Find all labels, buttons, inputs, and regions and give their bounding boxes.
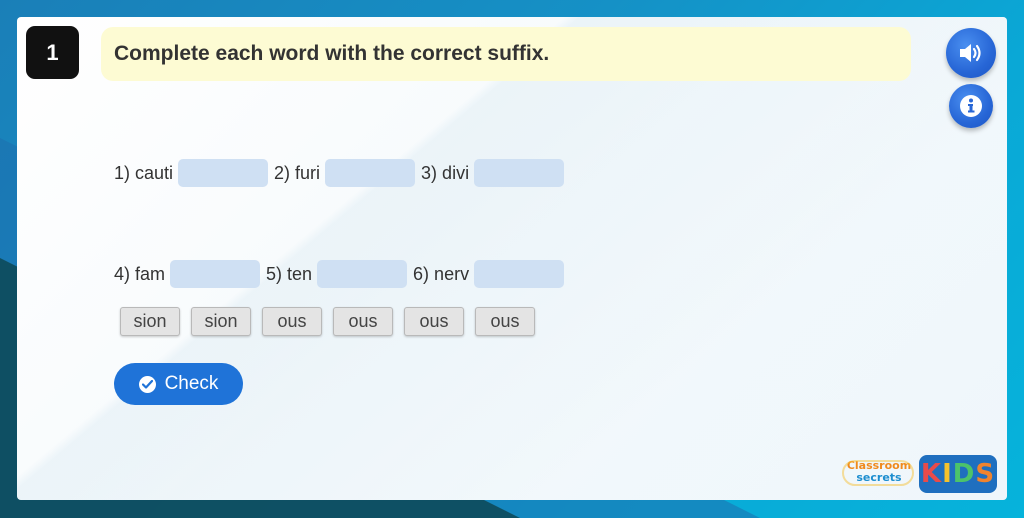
question-row-1: 1) cauti 2) furi 3) divi (114, 159, 570, 187)
activity-card: 1 Complete each word with the correct su… (17, 17, 1007, 500)
suffix-tile[interactable]: ous (475, 307, 535, 336)
question-row-2: 4) fam 5) ten 6) nerv (114, 260, 570, 288)
kids-letter: S (975, 459, 996, 489)
info-icon (960, 95, 982, 117)
word-stem: 6) nerv (413, 263, 470, 284)
suffix-tile[interactable]: sion (191, 307, 251, 336)
kids-letter: K (920, 459, 943, 489)
answer-drop-slot[interactable] (325, 159, 416, 187)
kids-letter: D (952, 459, 976, 489)
suffix-tile-bank: sion sion ous ous ous ous (120, 307, 535, 336)
word-stem: 5) ten (266, 263, 313, 284)
answer-drop-slot[interactable] (178, 159, 269, 187)
suffix-tile[interactable]: sion (120, 307, 180, 336)
check-button[interactable]: Check (114, 363, 243, 405)
answer-drop-slot[interactable] (474, 260, 565, 288)
card-shade (17, 17, 1007, 500)
speaker-icon (960, 44, 981, 62)
suffix-tile[interactable]: ous (333, 307, 393, 336)
word-stem: 1) cauti (114, 162, 174, 183)
answer-drop-slot[interactable] (317, 260, 408, 288)
logo-ring (842, 460, 914, 486)
suffix-tile[interactable]: ous (262, 307, 322, 336)
classroom-secrets-logo: Classroom secrets (842, 460, 916, 490)
answer-drop-slot[interactable] (170, 260, 261, 288)
question-number-badge: 1 (26, 26, 79, 79)
instruction-banner: Complete each word with the correct suff… (101, 27, 911, 81)
suffix-tile[interactable]: ous (404, 307, 464, 336)
word-stem: 4) fam (114, 263, 166, 284)
instruction-text: Complete each word with the correct suff… (114, 42, 550, 65)
word-stem: 2) furi (274, 162, 321, 183)
audio-button[interactable] (946, 28, 996, 78)
kids-logo: K I D S (919, 455, 997, 493)
info-button[interactable] (949, 84, 993, 128)
answer-drop-slot[interactable] (474, 159, 565, 187)
check-button-label: Check (164, 373, 219, 394)
kids-letter: I (942, 459, 953, 489)
word-stem: 3) divi (421, 162, 470, 183)
check-circle-icon (138, 375, 156, 393)
